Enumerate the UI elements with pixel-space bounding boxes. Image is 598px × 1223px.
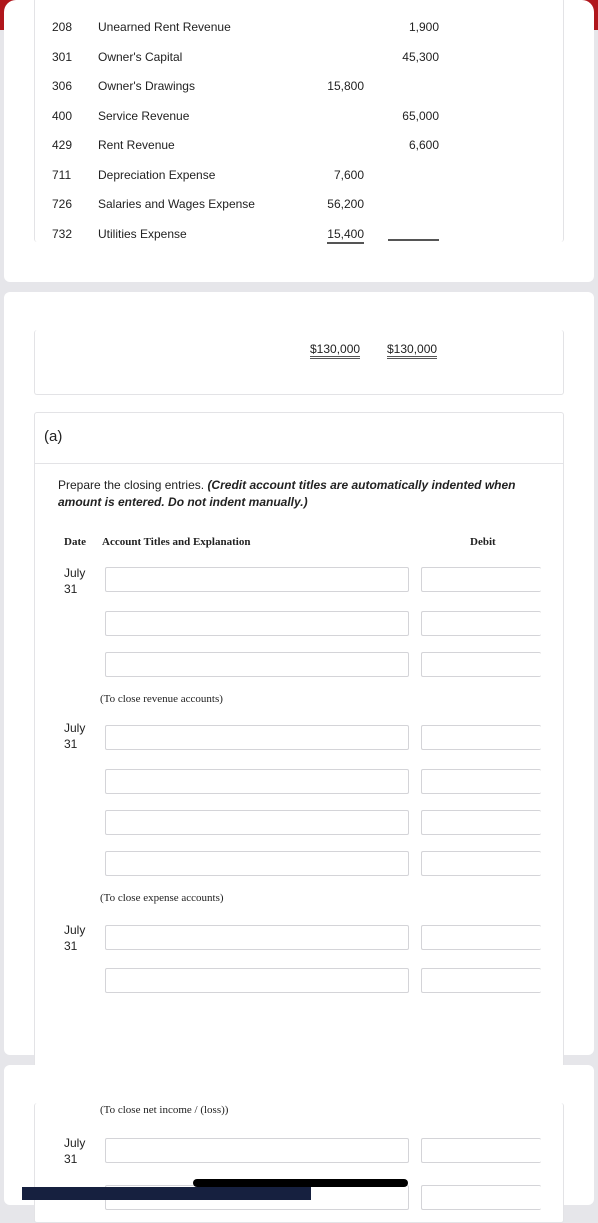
debit-amount: 7,600: [333, 167, 364, 182]
entry-explanation: (To close expense accounts): [100, 892, 224, 904]
part-label: (a): [44, 428, 63, 445]
debit-amount: 56,200: [327, 197, 364, 211]
account-number: 301: [52, 49, 73, 64]
account-number: 400: [52, 108, 73, 123]
account-title: Salaries and Wages Expense: [98, 197, 255, 211]
debit-input[interactable]: [421, 1185, 541, 1210]
entry-date: July 31: [64, 566, 86, 596]
navy-button-bar[interactable]: [22, 1187, 311, 1200]
debit-input[interactable]: [421, 725, 541, 750]
account-title-input[interactable]: [105, 968, 409, 993]
entry-explanation: (To close net income / (loss)): [100, 1104, 229, 1116]
account-title: Rent Revenue: [98, 138, 175, 152]
debit-input[interactable]: [421, 652, 541, 677]
debit-input[interactable]: [421, 611, 541, 636]
total-credit: $130,000: [387, 342, 438, 359]
credit-amount: 1,900: [408, 20, 439, 34]
account-title-input[interactable]: [105, 925, 409, 950]
account-number: 429: [52, 138, 73, 152]
header-debit: Debit: [470, 536, 496, 548]
account-number: 732: [52, 226, 73, 241]
debit-input[interactable]: [421, 1138, 541, 1163]
account-title: Owner's Capital: [98, 49, 183, 64]
account-title-input[interactable]: [105, 725, 409, 750]
divider: [35, 463, 563, 464]
entry-date: July 31: [64, 721, 86, 751]
entry-explanation: (To close revenue accounts): [100, 693, 223, 705]
account-title-input[interactable]: [105, 611, 409, 636]
credit-amount: 45,300: [402, 49, 439, 64]
debit-input[interactable]: [421, 925, 541, 950]
account-title-input[interactable]: [105, 1138, 409, 1163]
entry-date: July 31: [64, 1136, 86, 1166]
account-number: 711: [52, 167, 72, 182]
account-title-input[interactable]: [105, 652, 409, 677]
instruction-text: Prepare the closing entries.: [58, 478, 205, 492]
header-date: Date: [64, 536, 86, 548]
total-debit: $130,000: [310, 342, 362, 359]
account-title: Utilities Expense: [98, 226, 187, 241]
entry-date: July 31: [64, 923, 86, 953]
account-title-input[interactable]: [105, 769, 409, 794]
credit-amount: 6,600: [408, 138, 439, 152]
account-title: Service Revenue: [98, 108, 190, 123]
account-title-input[interactable]: [105, 851, 409, 876]
account-number: 306: [52, 79, 73, 93]
home-indicator: [193, 1179, 408, 1187]
account-title: Owner's Drawings: [98, 79, 195, 93]
account-title-input[interactable]: [105, 810, 409, 835]
debit-amount: 15,800: [327, 79, 364, 93]
debit-input[interactable]: [421, 810, 541, 835]
instructions: Prepare the closing entries. (Credit acc…: [58, 477, 538, 511]
credit-underline: [388, 239, 439, 241]
totals-box: [34, 330, 564, 395]
credit-amount: 65,000: [402, 108, 439, 123]
debit-input[interactable]: [421, 567, 541, 592]
debit-input[interactable]: [421, 968, 541, 993]
account-number: 208: [52, 20, 73, 34]
debit-input[interactable]: [421, 769, 541, 794]
account-title-input[interactable]: [105, 567, 409, 592]
debit-amount: 15,400: [294, 226, 364, 244]
account-number: 726: [52, 197, 73, 211]
account-title: Depreciation Expense: [98, 167, 216, 182]
debit-input[interactable]: [421, 851, 541, 876]
header-account: Account Titles and Explanation: [102, 536, 251, 548]
account-title: Unearned Rent Revenue: [98, 20, 231, 34]
